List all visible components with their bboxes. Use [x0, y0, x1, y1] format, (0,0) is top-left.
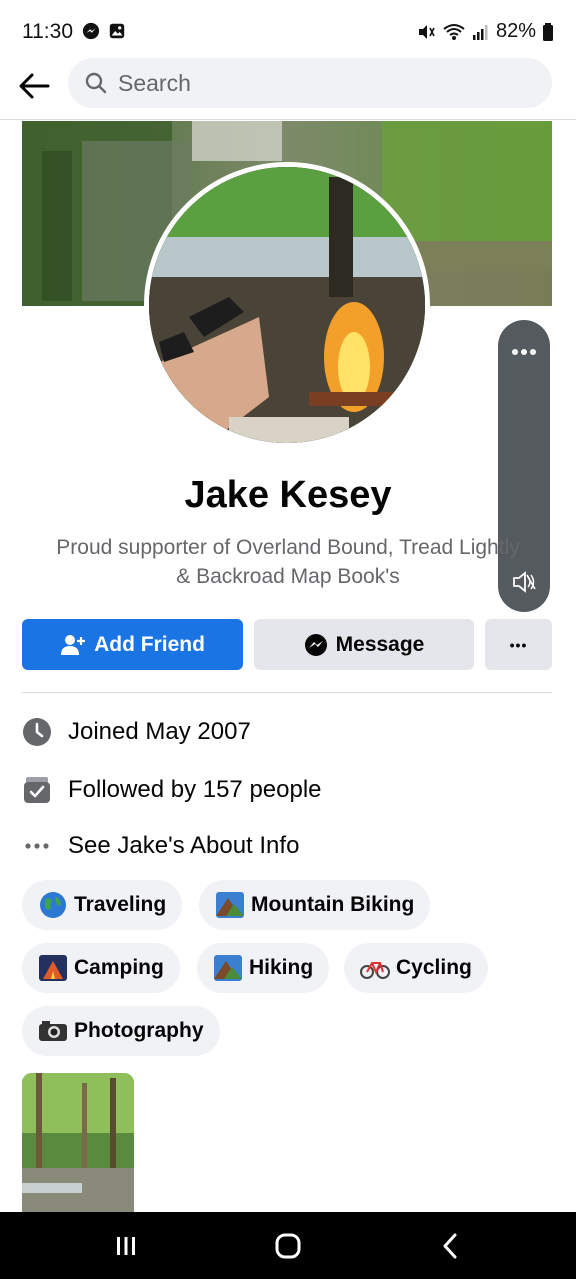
globe-icon	[38, 892, 68, 918]
mountain-icon	[215, 892, 245, 918]
add-friend-icon	[61, 634, 86, 655]
search-box[interactable]	[68, 58, 552, 108]
featured-photo-image	[22, 1073, 134, 1213]
hobby-label: Photography	[74, 1019, 204, 1042]
more-options-button[interactable]: •••	[485, 619, 552, 670]
recent-apps-button[interactable]	[96, 1226, 156, 1266]
profile-bio: Proud supporter of Overland Bound, Tread…	[56, 536, 520, 588]
about-info-row[interactable]: See Jake's About Info	[22, 831, 299, 861]
hobby-label: Camping	[74, 956, 164, 979]
camera-icon	[38, 1018, 68, 1044]
back-arrow-icon	[19, 73, 50, 99]
more-dots-icon	[22, 831, 52, 861]
about-info-text: See Jake's About Info	[68, 832, 300, 859]
message-label: Message	[335, 632, 425, 656]
mute-vibrate-icon	[418, 24, 435, 39]
featured-photo[interactable]	[22, 1073, 134, 1213]
floating-more-button[interactable]	[498, 332, 550, 372]
more-dots-icon	[512, 349, 536, 355]
system-nav-bar	[0, 1212, 576, 1279]
recent-apps-icon	[117, 1237, 135, 1255]
profile-image	[149, 167, 425, 443]
search-icon	[85, 72, 107, 94]
clock-icon	[22, 717, 52, 747]
hobby-label: Traveling	[74, 893, 167, 916]
add-friend-label: Add Friend	[94, 632, 205, 656]
followers-row[interactable]: Followed by 157 people	[22, 775, 322, 805]
hobby-label: Cycling	[396, 956, 472, 979]
hobby-chip-mountain-biking[interactable]: Mountain Biking	[199, 880, 431, 930]
battery-icon	[543, 22, 553, 41]
search-input[interactable]	[118, 69, 498, 97]
back-chevron-icon	[443, 1233, 457, 1259]
mountain-icon	[213, 955, 243, 981]
bicycle-icon	[360, 955, 390, 981]
followers-text: Followed by 157 people	[68, 776, 322, 803]
hobby-chip-camping[interactable]: Camping	[22, 943, 180, 993]
search-header	[0, 58, 576, 120]
joined-text: Joined May 2007	[68, 718, 251, 745]
hobby-chip-traveling[interactable]: Traveling	[22, 880, 183, 930]
status-time: 11:30	[22, 20, 73, 43]
camping-icon	[38, 955, 68, 981]
wifi-icon	[443, 23, 465, 40]
add-friend-button[interactable]: Add Friend	[22, 619, 243, 670]
divider	[22, 692, 552, 693]
profile-name: Jake Kesey	[184, 474, 392, 516]
hobby-label: Hiking	[249, 956, 314, 979]
profile-picture[interactable]	[144, 162, 430, 448]
home-icon	[275, 1233, 301, 1259]
messenger-icon	[82, 22, 100, 40]
messenger-icon	[304, 633, 327, 656]
joined-row: Joined May 2007	[22, 717, 251, 747]
hobby-chip-photography[interactable]: Photography	[22, 1006, 220, 1056]
message-button[interactable]: Message	[254, 619, 474, 670]
battery-percent: 82%	[495, 20, 536, 42]
hobby-label: Mountain Biking	[251, 893, 415, 916]
back-button[interactable]	[14, 66, 54, 106]
hobby-chip-cycling[interactable]: Cycling	[344, 943, 488, 993]
gallery-icon	[109, 23, 125, 39]
hobby-chip-hiking[interactable]: Hiking	[197, 943, 330, 993]
followers-icon	[22, 775, 52, 805]
home-button[interactable]	[258, 1226, 318, 1266]
signal-icon	[472, 24, 488, 40]
back-nav-button[interactable]	[420, 1226, 480, 1266]
more-options-label: •••	[509, 636, 528, 653]
status-bar: 11:30 82%	[0, 0, 576, 60]
